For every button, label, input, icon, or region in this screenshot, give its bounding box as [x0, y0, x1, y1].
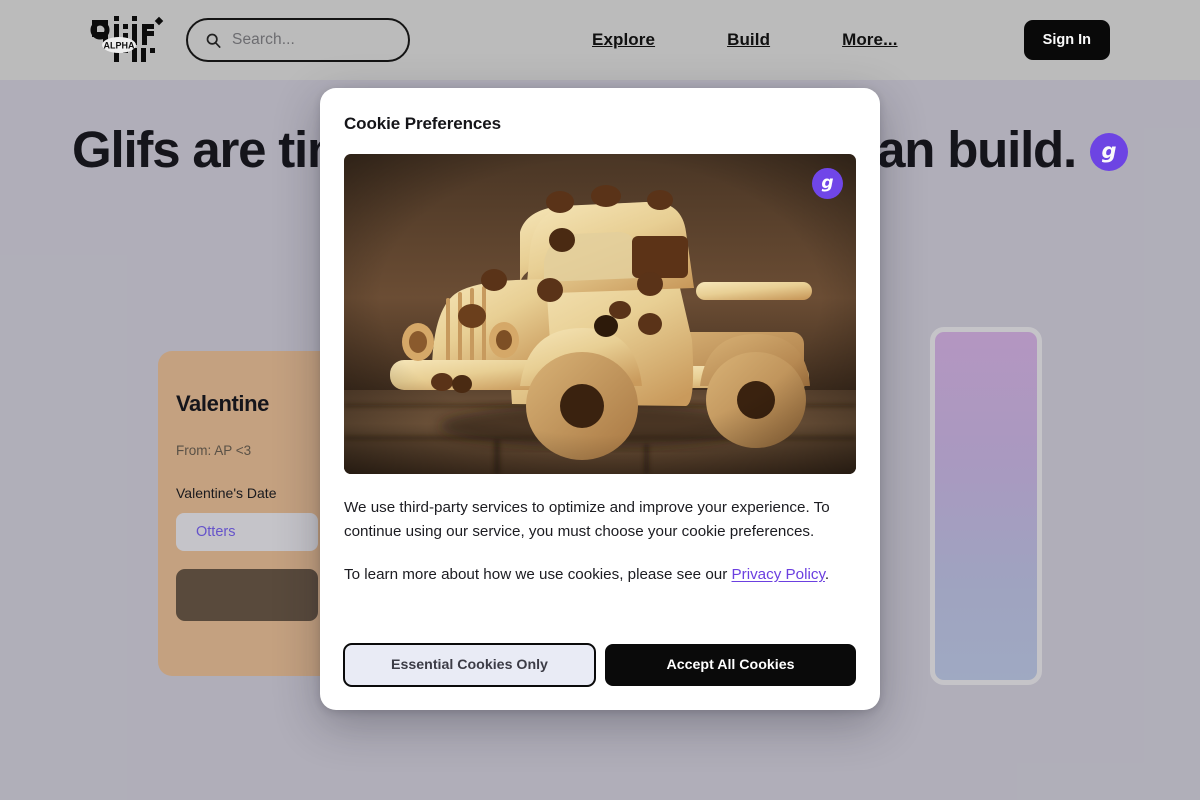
glif-watermark-glyph: g [821, 173, 834, 193]
essential-cookies-only-button[interactable]: Essential Cookies Only [343, 643, 596, 687]
cookie-description-secondary: To learn more about how we use cookies, … [344, 563, 856, 587]
dialog-title: Cookie Preferences [344, 114, 501, 133]
cookie-dialog-actions: Essential Cookies Only Accept All Cookie… [343, 643, 856, 687]
accept-all-cookies-button[interactable]: Accept All Cookies [605, 644, 856, 686]
glif-watermark-icon: g [812, 168, 843, 199]
cookie-description-primary: We use third-party services to optimize … [344, 499, 830, 540]
privacy-policy-link[interactable]: Privacy Policy [732, 566, 825, 583]
cookie-truck-image-container: g [344, 154, 856, 474]
cookie-preferences-dialog: Cookie Preferences g We use third-party … [320, 88, 880, 710]
cookie-truck-image [344, 154, 856, 474]
cookie-description-suffix: . [824, 566, 830, 583]
cookie-description-prefix: To learn more about how we use cookies, … [344, 566, 732, 583]
